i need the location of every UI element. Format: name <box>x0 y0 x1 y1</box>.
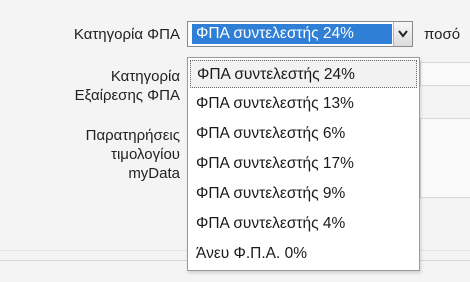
invoice-notes-label-line3: myData <box>128 165 180 182</box>
vat-exemption-field[interactable] <box>420 62 470 86</box>
vat-exemption-label-line1: Κατηγορία <box>110 68 180 85</box>
vat-category-label: Κατηγορία ΦΠΑ <box>73 26 180 43</box>
dropdown-option[interactable]: Άνευ Φ.Π.Α. 0% <box>190 240 417 268</box>
dropdown-option[interactable]: ΦΠΑ συντελεστής 4% <box>190 210 417 238</box>
dropdown-arrow-button[interactable] <box>393 22 412 46</box>
chevron-down-icon <box>398 30 408 38</box>
vat-category-selected-value: ΦΠΑ συντελεστής 24% <box>192 24 392 44</box>
form-panel: Κατηγορία ΦΠΑ Κατηγορία Εξαίρεσης ΦΠΑ Πα… <box>0 0 470 282</box>
vat-exemption-label-line2: Εξαίρεσης ΦΠΑ <box>74 87 180 104</box>
invoice-notes-field[interactable] <box>420 118 470 198</box>
dropdown-option[interactable]: ΦΠΑ συντελεστής 9% <box>190 180 417 208</box>
vat-category-dropdown-list: ΦΠΑ συντελεστής 24% ΦΠΑ συντελεστής 13% … <box>187 57 420 271</box>
invoice-notes-label-line1: Παρατηρήσεις <box>85 127 180 144</box>
dropdown-option[interactable]: ΦΠΑ συντελεστής 6% <box>190 120 417 148</box>
dropdown-option[interactable]: ΦΠΑ συντελεστής 13% <box>190 90 417 118</box>
vat-exemption-label: Κατηγορία Εξαίρεσης ΦΠΑ <box>40 67 180 105</box>
dropdown-option[interactable]: ΦΠΑ συντελεστής 17% <box>190 150 417 178</box>
dropdown-option[interactable]: ΦΠΑ συντελεστής 24% <box>190 60 417 88</box>
invoice-notes-label-line2: τιμολογίου <box>111 146 180 163</box>
invoice-notes-label: Παρατηρήσεις τιμολογίου myData <box>40 126 180 183</box>
amount-label: ποσό <box>424 26 461 43</box>
vat-category-select[interactable]: ΦΠΑ συντελεστής 24% <box>187 21 413 47</box>
